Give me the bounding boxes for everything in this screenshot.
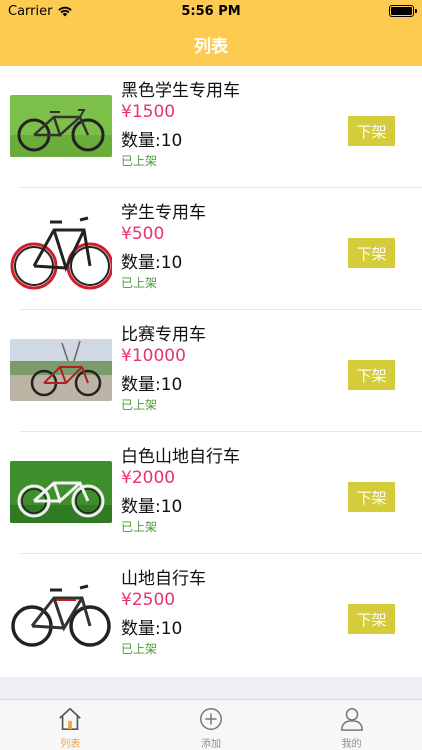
bike-image-black [10, 95, 112, 157]
item-status: 已上架 [121, 520, 158, 534]
carrier-label: Carrier [8, 3, 53, 19]
item-price: ¥500 [121, 224, 165, 244]
nav-bar: 列表 [0, 22, 422, 66]
unlist-button[interactable]: 下架 [348, 482, 395, 512]
item-status: 已上架 [121, 398, 158, 412]
unlist-button[interactable]: 下架 [348, 238, 395, 268]
item-quantity: 数量:10 [121, 375, 183, 395]
home-icon [59, 707, 82, 731]
bike-photo [10, 200, 112, 294]
person-icon [340, 708, 363, 731]
item-quantity: 数量:10 [121, 131, 183, 151]
item-name: 学生专用车 [121, 203, 206, 223]
tab-label: 添加 [201, 739, 221, 750]
list-footer [0, 677, 422, 699]
bike-image-white [10, 461, 112, 523]
item-name: 山地自行车 [121, 569, 206, 589]
status-left: Carrier [8, 4, 73, 19]
page-title: 列表 [194, 36, 228, 57]
item-price: ¥10000 [121, 346, 186, 366]
item-quantity: 数量:10 [121, 497, 183, 517]
item-name: 比赛专用车 [121, 325, 206, 345]
list-item[interactable]: 比赛专用车 ¥10000 数量:10 已上架 下架 [0, 310, 422, 432]
bike-image-student [10, 200, 112, 294]
bike-photo [10, 95, 112, 157]
battery-icon [389, 5, 417, 17]
list-item[interactable]: 白色山地自行车 ¥2000 数量:10 已上架 下架 [0, 432, 422, 554]
bike-photo [10, 576, 112, 652]
item-price: ¥2500 [121, 590, 176, 610]
tab-add[interactable]: 添加 [141, 700, 282, 750]
unlist-button[interactable]: 下架 [348, 116, 395, 146]
product-list[interactable]: 黑色学生专用车 ¥1500 数量:10 已上架 下架 学生专用车 ¥500 数量… [0, 66, 422, 676]
status-bar: Carrier 5:56 PM [0, 0, 422, 22]
item-name: 白色山地自行车 [121, 447, 240, 467]
tab-label: 我的 [341, 739, 362, 750]
unlist-button[interactable]: 下架 [348, 360, 395, 390]
tab-label: 列表 [60, 739, 81, 750]
item-status: 已上架 [121, 276, 158, 290]
item-price: ¥2000 [121, 468, 176, 488]
list-item[interactable]: 学生专用车 ¥500 数量:10 已上架 下架 [0, 188, 422, 310]
item-quantity: 数量:10 [121, 253, 183, 273]
add-circle-icon [200, 708, 222, 730]
list-item[interactable]: 山地自行车 ¥2500 数量:10 已上架 下架 [0, 554, 422, 676]
bike-photo [10, 339, 112, 401]
item-status: 已上架 [121, 642, 158, 656]
item-name: 黑色学生专用车 [121, 81, 240, 101]
unlist-button[interactable]: 下架 [348, 604, 395, 634]
item-price: ¥1500 [121, 102, 176, 122]
item-status: 已上架 [121, 154, 158, 168]
status-time: 5:56 PM [181, 3, 241, 19]
bike-photo [10, 461, 112, 523]
item-quantity: 数量:10 [121, 619, 183, 639]
tab-profile[interactable]: 我的 [281, 700, 422, 750]
wifi-icon [58, 6, 73, 17]
bike-image-mountain [10, 576, 112, 652]
list-item[interactable]: 黑色学生专用车 ¥1500 数量:10 已上架 下架 [0, 66, 422, 188]
tab-list[interactable]: 列表 [0, 700, 141, 750]
tab-bar: 列表 添加 我的 [0, 699, 422, 750]
bike-image-race [10, 339, 112, 401]
